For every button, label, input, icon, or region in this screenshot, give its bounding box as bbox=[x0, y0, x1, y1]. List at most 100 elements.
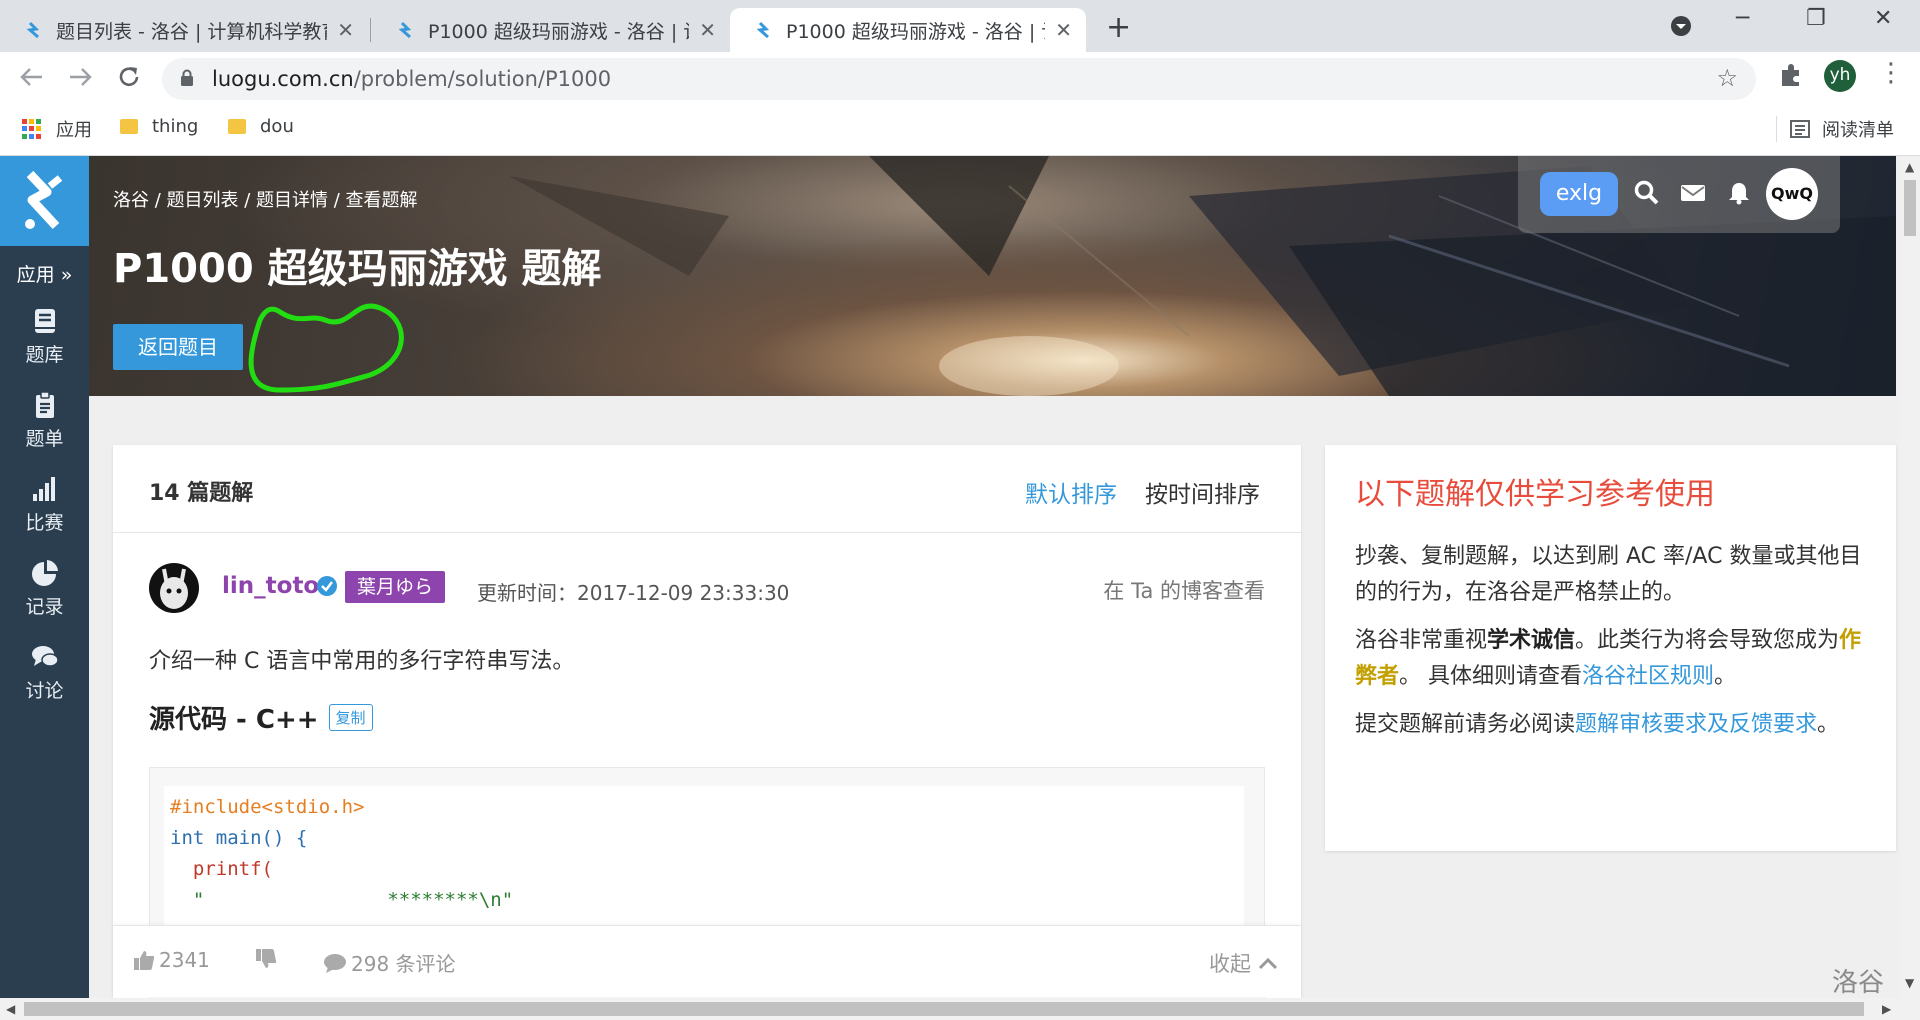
tab-close-icon[interactable]: ✕ bbox=[699, 18, 716, 42]
sidebar-item-label: 记录 bbox=[25, 596, 64, 618]
luogu-watermark: 洛谷 bbox=[1832, 968, 1885, 998]
extensions-puzzle-icon[interactable] bbox=[1778, 62, 1804, 88]
bell-icon[interactable] bbox=[1726, 180, 1752, 206]
notice-text: 。此类行为将会导致您成为 bbox=[1575, 628, 1840, 653]
tab-close-icon[interactable]: ✕ bbox=[1055, 18, 1072, 42]
code-line: " ********\n" bbox=[170, 889, 514, 911]
new-tab-button[interactable]: + bbox=[1106, 10, 1131, 45]
author-avatar-image bbox=[160, 568, 188, 609]
tab-bar: 题目列表 - 洛谷 | 计算机科学教育 ✕ P1000 超级玛丽游戏 - 洛谷 … bbox=[0, 0, 1920, 52]
solution-intro-text: 介绍一种 C 语言中常用的多行字符串写法。 bbox=[149, 649, 575, 674]
author-name-link[interactable]: lin_toto bbox=[222, 573, 319, 599]
tab-problem[interactable]: P1000 超级玛丽游戏 - 洛谷 | 计算 ✕ bbox=[372, 8, 730, 52]
sidebar-item-problem-lists[interactable]: 题单 bbox=[0, 390, 89, 460]
scroll-up-arrow-icon[interactable]: ▲ bbox=[1905, 160, 1914, 174]
comments-button[interactable]: 298 条评论 bbox=[323, 948, 456, 977]
sort-by-time-link[interactable]: 按时间排序 bbox=[1145, 475, 1260, 509]
author-avatar[interactable] bbox=[149, 563, 199, 613]
scroll-left-arrow-icon[interactable]: ◀ bbox=[6, 1002, 15, 1016]
notice-text: 。 bbox=[1817, 712, 1840, 737]
bookmark-folder-thing[interactable]: thing bbox=[120, 116, 198, 137]
comment-icon bbox=[324, 953, 346, 973]
copy-code-button[interactable]: 复制 bbox=[328, 704, 373, 731]
solution-card: 14 篇题解 默认排序 按时间排序 lin_toto 葉月ゆら 更新时间：201… bbox=[113, 445, 1301, 998]
notice-emphasis: 学术诚信 bbox=[1487, 628, 1576, 653]
solution-card-footer: 2341 298 条评论 收起 bbox=[113, 925, 1301, 997]
forward-arrow-icon[interactable] bbox=[68, 66, 94, 88]
user-avatar[interactable]: QwQ bbox=[1766, 168, 1818, 220]
horizontal-scrollbar[interactable]: ◀ ▶ bbox=[0, 998, 1920, 1020]
notice-paragraph-1: 抄袭、复制题解，以达到刷 AC 率/AC 数量或其他目的的行为，在洛谷是严格禁止… bbox=[1355, 544, 1862, 605]
like-count: 2341 bbox=[159, 948, 210, 972]
window-close-button[interactable]: ✕ bbox=[1874, 6, 1892, 31]
scroll-right-arrow-icon[interactable]: ▶ bbox=[1882, 1002, 1891, 1016]
notice-text: 洛谷非常重视 bbox=[1355, 628, 1488, 653]
apps-grid-icon bbox=[22, 119, 42, 139]
browser-toolbar: luogu.com.cn/problem/solution/P1000 ☆ yh… bbox=[0, 52, 1920, 104]
community-rules-link[interactable]: 洛谷社区规则 bbox=[1582, 664, 1714, 689]
address-bar[interactable]: luogu.com.cn/problem/solution/P1000 ☆ bbox=[162, 58, 1756, 100]
notice-paragraph-3: 提交题解前请务必阅读题解审核要求及反馈要求。 bbox=[1355, 707, 1866, 743]
tab-title: 题目列表 - 洛谷 | 计算机科学教育 bbox=[56, 20, 328, 43]
sidebar-item-label: 比赛 bbox=[25, 512, 64, 534]
breadcrumb[interactable]: 洛谷 / 题目列表 / 题目详情 / 查看题解 bbox=[113, 186, 418, 212]
bookmark-label: 应用 bbox=[56, 120, 92, 141]
sidebar-item-discuss[interactable]: 讨论 bbox=[0, 642, 89, 712]
exlg-button[interactable]: exlg bbox=[1540, 172, 1618, 216]
view-on-blog-link[interactable]: 在 Ta 的博客查看 bbox=[1103, 575, 1265, 605]
thumbs-down-icon bbox=[256, 949, 277, 968]
user-panel: exlg QwQ bbox=[1518, 156, 1840, 233]
tab-search-icon[interactable] bbox=[1670, 15, 1692, 37]
book-icon bbox=[34, 309, 55, 333]
vertical-scrollbar[interactable]: ▲ ▼ bbox=[1900, 156, 1920, 998]
luogu-favicon-icon bbox=[26, 21, 40, 39]
mail-icon[interactable] bbox=[1680, 180, 1706, 206]
reading-list-button[interactable]: 阅读清单 bbox=[1790, 116, 1894, 142]
vertical-scroll-thumb[interactable] bbox=[1904, 180, 1916, 236]
sidebar-apps-toggle[interactable]: 应用 » bbox=[0, 260, 89, 287]
browser-menu-icon[interactable]: ⋮ bbox=[1878, 58, 1904, 88]
profile-avatar[interactable]: yh bbox=[1824, 60, 1856, 92]
notice-text: 。 bbox=[1714, 664, 1737, 689]
back-arrow-icon[interactable] bbox=[18, 66, 44, 88]
solution-count: 14 篇题解 bbox=[149, 481, 254, 506]
comment-count: 298 条评论 bbox=[351, 952, 456, 976]
luogu-logo-icon bbox=[25, 170, 63, 230]
code-line: int main() { bbox=[170, 827, 308, 849]
reload-icon[interactable] bbox=[116, 64, 142, 90]
code-line: printf( bbox=[170, 858, 273, 880]
sidebar-item-contests[interactable]: 比赛 bbox=[0, 474, 89, 544]
solution-review-requirements-link[interactable]: 题解审核要求及反馈要求 bbox=[1575, 712, 1817, 737]
folder-icon bbox=[120, 119, 138, 134]
sort-default-link[interactable]: 默认排序 bbox=[1025, 475, 1117, 509]
search-icon[interactable] bbox=[1634, 180, 1660, 206]
verified-badge-icon bbox=[317, 576, 337, 596]
page-title: P1000 超级玛丽游戏 题解 bbox=[113, 246, 602, 292]
horizontal-scroll-thumb[interactable] bbox=[24, 1002, 1864, 1016]
chat-icon bbox=[31, 646, 59, 667]
page-viewport: 应用 » 题库 题单 比赛 记录 讨论 洛谷 / 题目列表 / 题目详情 / 查… bbox=[0, 156, 1900, 998]
back-to-problem-button[interactable]: 返回题目 bbox=[113, 324, 243, 370]
bookmarks-bar: 应用 thing dou 阅读清单 bbox=[0, 104, 1920, 156]
tab-close-icon[interactable]: ✕ bbox=[337, 18, 354, 42]
sidebar-item-problems[interactable]: 题库 bbox=[0, 306, 89, 376]
collapse-button[interactable]: 收起 bbox=[1209, 948, 1279, 978]
tab-solution-active[interactable]: P1000 超级玛丽游戏 - 洛谷 | 计算 ✕ bbox=[730, 8, 1086, 52]
tab-problem-list[interactable]: 题目列表 - 洛谷 | 计算机科学教育 ✕ bbox=[0, 8, 368, 52]
url-text[interactable]: luogu.com.cn/problem/solution/P1000 bbox=[212, 67, 611, 91]
bookmark-star-icon[interactable]: ☆ bbox=[1716, 64, 1738, 92]
folder-icon bbox=[228, 119, 246, 134]
sidebar-item-label: 题单 bbox=[25, 428, 64, 450]
scroll-down-arrow-icon[interactable]: ▼ bbox=[1905, 976, 1914, 990]
like-button[interactable]: 2341 bbox=[133, 948, 210, 972]
notice-paragraph-2: 洛谷非常重视学术诚信。此类行为将会导致您成为作弊者。 具体细则请查看洛谷社区规则… bbox=[1355, 623, 1866, 695]
url-domain: luogu.com.cn bbox=[212, 67, 354, 91]
bookmark-apps[interactable]: 应用 bbox=[22, 116, 92, 142]
bookmark-folder-dou[interactable]: dou bbox=[228, 116, 294, 137]
luogu-logo[interactable] bbox=[0, 156, 89, 246]
maximize-button[interactable]: ❐ bbox=[1806, 6, 1826, 31]
notice-text: 。 具体细则请查看 bbox=[1399, 664, 1583, 689]
minimize-button[interactable]: ─ bbox=[1736, 6, 1749, 31]
dislike-button[interactable] bbox=[255, 948, 281, 970]
sidebar-item-records[interactable]: 记录 bbox=[0, 558, 89, 628]
